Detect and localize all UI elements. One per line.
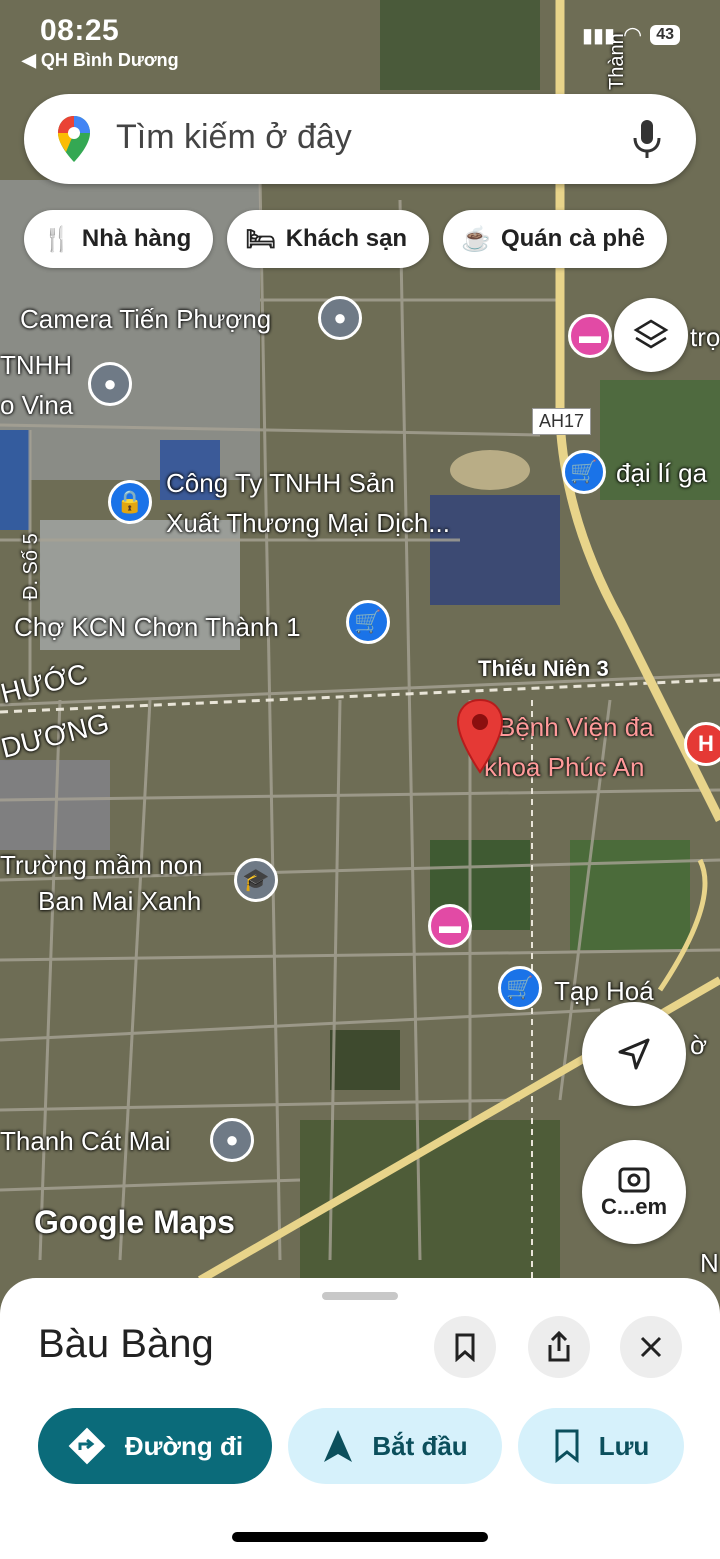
map-label-edge-n: N — [700, 1248, 719, 1278]
hospital-icon[interactable]: H — [684, 722, 720, 766]
fork-knife-icon: 🍴 — [42, 225, 72, 253]
map-label-benhvien1: Bệnh Viện đa — [498, 712, 654, 742]
system-indicators: ▮▮▮ ◠ 43 — [582, 22, 680, 48]
highway-shield: AH17 — [532, 408, 592, 435]
chip-label: Nhà hàng — [81, 225, 192, 252]
shopping-cart-icon[interactable]: 🛒 — [346, 600, 390, 644]
save-button[interactable]: Lưu — [518, 1408, 684, 1484]
map-label-vina: o Vina — [0, 390, 74, 420]
chip-label: Khách sạn — [285, 225, 408, 252]
map-label-truong2: Ban Mai Xanh — [38, 886, 202, 916]
hotel-poi-icon[interactable]: ▬ — [568, 314, 612, 358]
map-label-cho: Chợ KCN Chơn Thành 1 — [14, 612, 301, 642]
action-label: Bắt đầu — [372, 1430, 468, 1461]
place-pin-icon[interactable]: ● — [210, 1118, 254, 1162]
save-place-button[interactable] — [434, 1316, 496, 1378]
status-time: 08:25 — [40, 14, 120, 47]
start-button[interactable]: Bắt đầu — [288, 1408, 502, 1484]
google-maps-logo: Google Maps — [34, 1204, 235, 1240]
category-chips: 🍴 Nhà hàng 🛏 Khách sạn ☕ Quán cà phê — [24, 210, 668, 268]
bed-icon: 🛏 — [245, 225, 276, 253]
navigation-arrow-icon — [324, 1430, 353, 1462]
camera-button-label: C...em — [600, 1194, 668, 1219]
place-title: Bàu Bàng — [38, 1322, 214, 1366]
shopping-cart-icon[interactable]: 🛒 — [562, 450, 606, 494]
coffee-cup-icon: ☕ — [461, 225, 491, 253]
place-pin-icon[interactable]: ● — [318, 296, 362, 340]
my-location-button[interactable] — [582, 1002, 686, 1106]
map-label-congty2: Xuất Thương Mại Dịch... — [166, 508, 450, 538]
google-maps-pin-icon — [58, 116, 90, 162]
map-imagery — [0, 0, 720, 1300]
status-bar: 08:25 ◀ QH Bình Dương ▮▮▮ ◠ 43 — [0, 10, 720, 70]
bookmark-icon — [455, 1333, 475, 1362]
map-label-ds5: Đ. Số 5 — [20, 533, 42, 600]
layers-icon — [633, 319, 669, 349]
sheet-drag-handle[interactable] — [322, 1292, 398, 1300]
place-bottom-sheet[interactable]: Bàu Bàng Đường đi Bắt đầu Lưu — [0, 1278, 720, 1559]
hotel-poi-icon[interactable]: ▬ — [428, 904, 472, 948]
chip-hotels[interactable]: 🛏 Khách sạn — [227, 210, 430, 268]
camera-icon — [618, 1167, 650, 1193]
chip-label: Quán cà phê — [500, 225, 646, 252]
close-button[interactable] — [620, 1316, 682, 1378]
microphone-icon[interactable] — [632, 118, 662, 160]
place-pin-icon[interactable]: ● — [88, 362, 132, 406]
map-label-tro: trọ — [690, 322, 720, 352]
chip-cafes[interactable]: ☕ Quán cà phê — [443, 210, 668, 268]
map-label-congty1: Công Ty TNHH Sản — [166, 468, 395, 498]
satellite-map[interactable]: Camera Tiến Phượng ● TNHH o Vina ● ▬ trọ… — [0, 0, 720, 1300]
map-label-tnhh: TNHH — [0, 350, 73, 380]
layers-button[interactable] — [614, 298, 688, 372]
shopping-bag-icon[interactable]: 🔒 — [108, 480, 152, 524]
map-label-benhvien2: khoa Phúc An — [484, 752, 645, 782]
action-buttons: Đường đi Bắt đầu Lưu — [38, 1408, 684, 1484]
bookmark-icon — [555, 1429, 579, 1464]
back-to-app-link[interactable]: ◀ QH Bình Dương — [22, 50, 179, 71]
location-arrow-icon — [618, 1038, 650, 1070]
map-label-thanhcat: Thanh Cát Mai — [0, 1126, 171, 1156]
share-button[interactable] — [528, 1316, 590, 1378]
search-bar[interactable]: Tìm kiếm ở đây — [24, 94, 696, 184]
search-input[interactable]: Tìm kiếm ở đây — [116, 118, 352, 157]
directions-icon — [68, 1427, 106, 1465]
action-label: Đường đi — [124, 1430, 244, 1461]
directions-button[interactable]: Đường đi — [38, 1408, 272, 1484]
red-location-pin-icon[interactable] — [456, 698, 504, 774]
map-label-thieunien: Thiếu Niên 3 — [478, 656, 609, 681]
close-icon — [640, 1336, 662, 1358]
chip-restaurants[interactable]: 🍴 Nhà hàng — [24, 210, 214, 268]
wifi-icon: ◠ — [623, 22, 643, 47]
signal-icon: ▮▮▮ — [581, 24, 615, 47]
home-indicator — [232, 1532, 488, 1542]
camera-search-button[interactable]: C...em — [582, 1140, 686, 1244]
action-label: Lưu — [598, 1430, 650, 1461]
map-label-edge-o: ờ — [690, 1030, 708, 1060]
shopping-cart-icon[interactable]: 🛒 — [498, 966, 542, 1010]
school-icon[interactable]: 🎓 — [234, 858, 278, 902]
share-icon — [548, 1331, 570, 1362]
map-label-daily: đại lí ga — [616, 458, 708, 488]
map-label-truong1: Trường mầm non — [0, 850, 203, 880]
map-label-camera: Camera Tiến Phượng — [20, 304, 272, 334]
battery-icon: 43 — [650, 25, 680, 45]
